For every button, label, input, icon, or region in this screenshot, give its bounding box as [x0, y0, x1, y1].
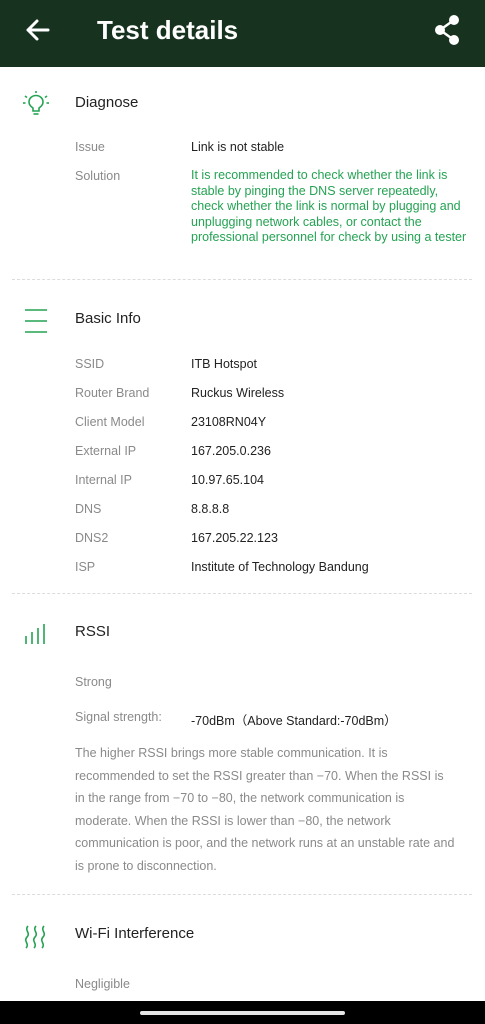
- back-arrow-icon: [26, 19, 50, 41]
- info-row-dns: DNS 8.8.8.8: [0, 500, 485, 522]
- divider: [12, 279, 472, 280]
- rssi-status: Strong: [75, 675, 112, 689]
- info-label: ISP: [75, 560, 96, 574]
- info-label: External IP: [75, 444, 137, 458]
- share-icon: [435, 15, 459, 45]
- wavy-lines-icon: [22, 922, 52, 950]
- share-button[interactable]: [431, 13, 463, 47]
- diagnose-section-header: Diagnose: [0, 85, 485, 125]
- diagnose-title: Diagnose: [75, 94, 139, 111]
- issue-row: Issue Link is not stable: [0, 138, 485, 160]
- info-row-external-ip: External IP 167.205.0.236: [0, 442, 485, 464]
- info-label: DNS2: [75, 531, 109, 545]
- gesture-handle[interactable]: [140, 1011, 345, 1015]
- info-label: Internal IP: [75, 473, 132, 487]
- signal-bars-icon: [22, 620, 52, 648]
- info-label: Client Model: [75, 415, 145, 429]
- info-value: ITB Hotspot: [191, 357, 257, 371]
- back-button[interactable]: [22, 14, 54, 46]
- rssi-section-header: RSSI: [0, 614, 485, 654]
- basic-info-title: Basic Info: [75, 310, 141, 327]
- issue-label: Issue: [75, 140, 105, 154]
- divider: [12, 593, 472, 594]
- signal-strength-value: -70dBm（Above Standard:-70dBm）: [191, 714, 397, 728]
- info-label: Router Brand: [75, 386, 150, 400]
- system-navigation-bar: [0, 1001, 485, 1024]
- page-title: Test details: [97, 15, 239, 45]
- info-row-isp: ISP Institute of Technology Bandung: [0, 558, 485, 580]
- info-value: 8.8.8.8: [191, 502, 230, 516]
- rssi-description: The higher RSSI brings more stable commu…: [75, 746, 455, 873]
- info-row-client-model: Client Model 23108RN04Y: [0, 413, 485, 435]
- info-value: 167.205.0.236: [191, 444, 271, 458]
- issue-value: Link is not stable: [191, 140, 285, 154]
- wifi-interference-title: Wi-Fi Interference: [75, 925, 195, 942]
- lines-icon: [22, 307, 52, 335]
- basic-info-section-header: Basic Info: [0, 301, 485, 341]
- info-row-dns2: DNS2 167.205.22.123: [0, 529, 485, 551]
- divider: [12, 894, 472, 895]
- info-value: 23108RN04Y: [191, 415, 267, 429]
- signal-strength-label: Signal strength:: [75, 710, 162, 724]
- solution-label: Solution: [75, 169, 121, 183]
- info-row-internal-ip: Internal IP 10.97.65.104: [0, 471, 485, 493]
- lightbulb-icon: [22, 91, 52, 119]
- info-value: 10.97.65.104: [191, 473, 264, 487]
- app-bar: Test details: [0, 0, 485, 67]
- info-value: 167.205.22.123: [191, 531, 278, 545]
- signal-strength-row: Signal strength: -70dBm（Above Standard:-…: [0, 708, 485, 730]
- info-row-ssid: SSID ITB Hotspot: [0, 355, 485, 377]
- wifi-interference-section-header: Wi-Fi Interference: [0, 916, 485, 956]
- info-row-router-brand: Router Brand Ruckus Wireless: [0, 384, 485, 406]
- info-label: DNS: [75, 502, 102, 516]
- info-value: Institute of Technology Bandung: [191, 560, 369, 574]
- info-label: SSID: [75, 357, 105, 371]
- wifi-interference-status: Negligible: [75, 977, 130, 991]
- rssi-title: RSSI: [75, 623, 111, 640]
- info-value: Ruckus Wireless: [191, 386, 285, 400]
- solution-value: It is recommended to check whether the l…: [191, 168, 467, 245]
